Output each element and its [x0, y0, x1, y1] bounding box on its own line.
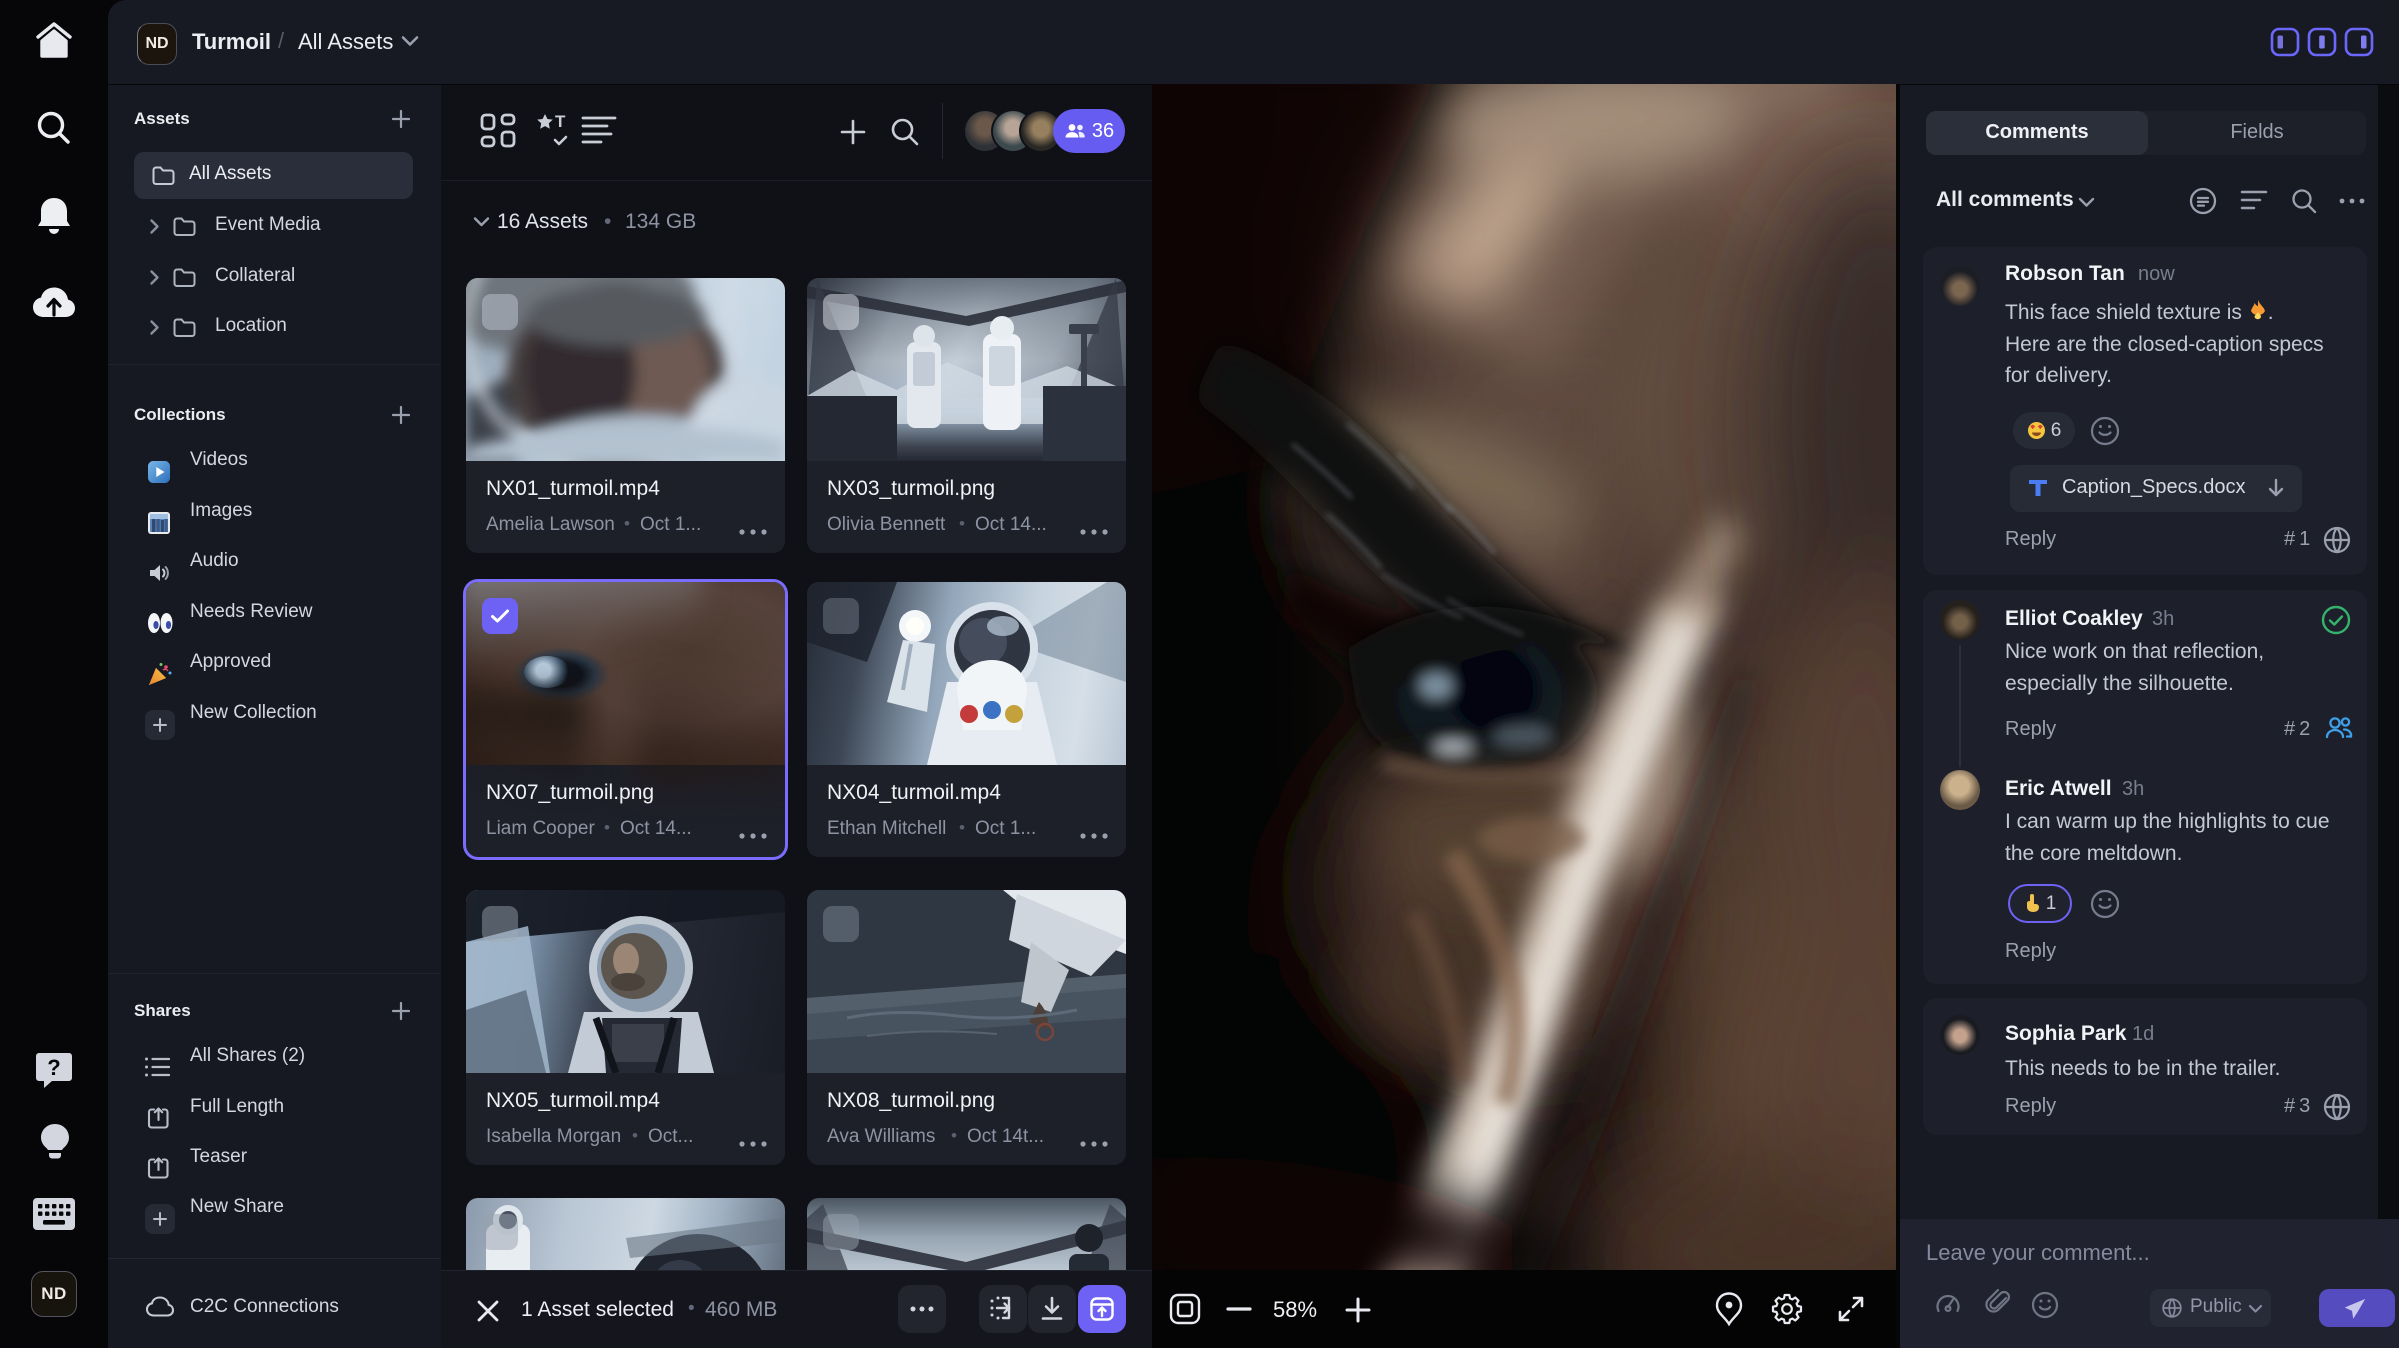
svg-text:?: ?	[47, 1055, 60, 1080]
svg-text:T: T	[555, 112, 566, 131]
